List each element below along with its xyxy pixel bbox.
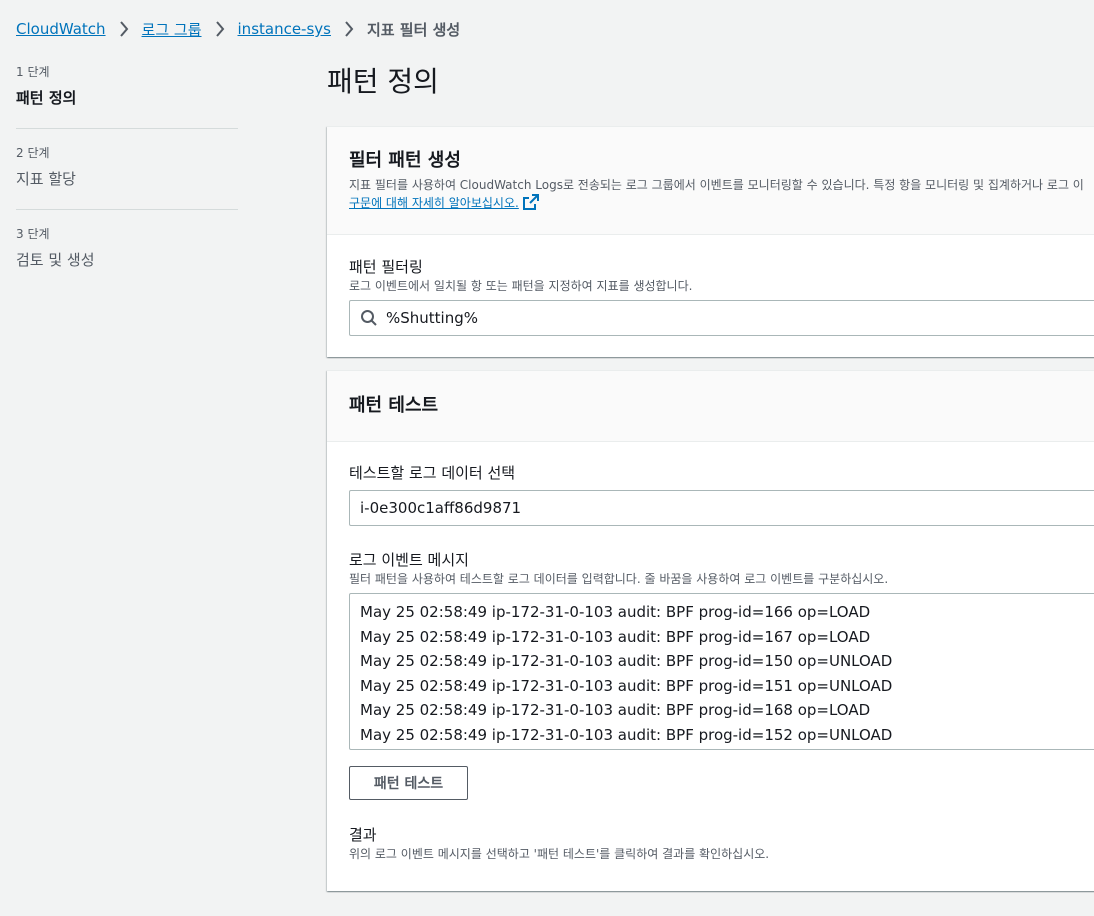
- results-field: 결과 위의 로그 이벤트 메시지를 선택하고 '패턴 테스트'를 클릭하여 결과…: [349, 825, 769, 862]
- chevron-right-icon: [106, 21, 142, 37]
- pattern-test-panel: 패턴 테스트 테스트할 로그 데이터 선택 i-0e300c1aff86d987…: [327, 370, 1094, 891]
- external-link-icon[interactable]: [522, 194, 539, 215]
- panel-title: 패턴 테스트: [349, 395, 439, 416]
- panel-header: 패턴 테스트: [327, 371, 1094, 442]
- messages-description: 필터 패턴을 사용하여 테스트할 로그 데이터를 입력합니다. 줄 바꿈을 사용…: [349, 572, 889, 586]
- breadcrumb: CloudWatch 로그 그룹 instance-sys 지표 필터 생성: [16, 18, 460, 40]
- results-description: 위의 로그 이벤트 메시지를 선택하고 '패턴 테스트'를 클릭하여 결과를 확…: [349, 847, 770, 861]
- page-title: 패턴 정의: [327, 65, 439, 98]
- step-number: 2 단계: [16, 146, 50, 160]
- breadcrumb-log-groups[interactable]: 로그 그룹: [142, 19, 202, 40]
- pattern-field: 패턴 필터링 로그 이벤트에서 일치될 항 또는 패턴을 지정하여 지표를 생성…: [349, 257, 692, 294]
- search-icon: [360, 309, 378, 327]
- log-message-line: May 25 02:58:49 ip-172-31-0-103 audit: B…: [360, 676, 893, 695]
- step-label: 지표 할당: [16, 170, 76, 188]
- messages-field: 로그 이벤트 메시지 필터 패턴을 사용하여 테스트할 로그 데이터를 입력합니…: [349, 550, 888, 587]
- pattern-search-input[interactable]: %Shutting%: [349, 300, 1094, 336]
- log-message-line: May 25 02:58:49 ip-172-31-0-103 audit: B…: [360, 627, 871, 646]
- log-message-line: May 25 02:58:49 ip-172-31-0-103 audit: B…: [360, 652, 893, 670]
- panel-description-link-row: 구문에 대해 자세히 알아보십시오.: [349, 194, 1085, 215]
- panel-header: 필터 패턴 생성 지표 필터를 사용하여 CloudWatch Logs로 전송…: [327, 127, 1094, 235]
- log-message-line: May 25 02:58:49 ip-172-31-0-103 audit: B…: [360, 725, 893, 744]
- breadcrumb-instance-sys[interactable]: instance-sys: [238, 20, 331, 38]
- breadcrumb-cloudwatch[interactable]: CloudWatch: [16, 20, 106, 38]
- filter-pattern-panel: 필터 패턴 생성 지표 필터를 사용하여 CloudWatch Logs로 전송…: [327, 126, 1094, 357]
- messages-label: 로그 이벤트 메시지: [349, 551, 469, 569]
- pattern-value: %Shutting%: [386, 309, 478, 327]
- select-log-data-label: 테스트할 로그 데이터 선택: [349, 464, 516, 482]
- step-number: 3 단계: [16, 227, 50, 241]
- step-label: 패턴 정의: [16, 89, 77, 107]
- wizard-steps: 1 단계 패턴 정의 2 단계 지표 할당 3 단계 검토 및 생성: [16, 64, 238, 306]
- results-label: 결과: [349, 826, 377, 844]
- breadcrumb-current: 지표 필터 생성: [366, 20, 461, 39]
- pattern-label: 패턴 필터링: [349, 258, 423, 276]
- log-message-line: May 25 02:58:49 ip-172-31-0-103 audit: B…: [360, 603, 871, 621]
- step-1: 1 단계 패턴 정의: [16, 64, 238, 129]
- step-2: 2 단계 지표 할당: [16, 145, 238, 210]
- learn-syntax-link[interactable]: 구문에 대해 자세히 알아보십시오.: [349, 196, 519, 210]
- step-3: 3 단계 검토 및 생성: [16, 226, 238, 290]
- log-data-select[interactable]: i-0e300c1aff86d9871: [349, 490, 1094, 526]
- log-messages-textarea[interactable]: May 25 02:58:49 ip-172-31-0-103 audit: B…: [349, 593, 1094, 750]
- pattern-description: 로그 이벤트에서 일치될 항 또는 패턴을 지정하여 지표를 생성합니다.: [349, 279, 693, 293]
- panel-description: 지표 필터를 사용하여 CloudWatch Logs로 전송되는 로그 그룹에…: [349, 178, 1084, 192]
- panel-title: 필터 패턴 생성: [349, 150, 461, 171]
- log-data-select-value: i-0e300c1aff86d9871: [360, 499, 522, 517]
- step-number: 1 단계: [16, 65, 50, 79]
- step-label: 검토 및 생성: [16, 251, 95, 269]
- chevron-right-icon: [202, 21, 238, 37]
- chevron-right-icon: [331, 21, 367, 37]
- test-pattern-button[interactable]: 패턴 테스트: [349, 766, 468, 800]
- log-message-line: May 25 02:58:49 ip-172-31-0-103 audit: B…: [360, 701, 871, 719]
